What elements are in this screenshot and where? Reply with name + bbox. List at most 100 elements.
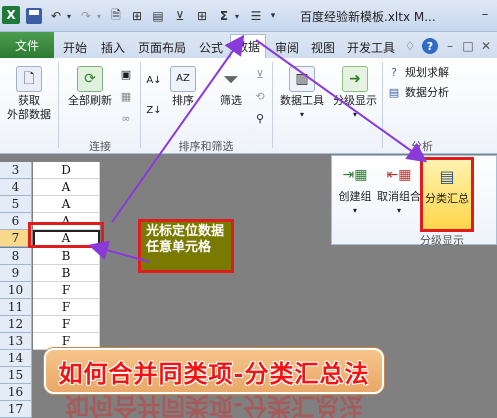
save-icon[interactable] <box>26 8 42 24</box>
dropdown-icon[interactable]: ▾ <box>64 7 74 25</box>
tab-page-layout[interactable]: 页面布局 <box>136 36 188 58</box>
print-preview-icon[interactable]: 🗎 <box>108 7 124 25</box>
highlight-cell-box <box>28 222 104 248</box>
sheet-cell[interactable]: B <box>33 265 100 282</box>
tab-data[interactable]: 数据 <box>230 34 266 58</box>
row-header[interactable]: 9 <box>0 265 32 282</box>
banner-reflection: 如何合并同类项-分类汇总法 <box>44 394 384 418</box>
align-icon[interactable]: ☰ <box>248 7 264 25</box>
advanced-filter-button[interactable]: ⚲ <box>252 110 271 126</box>
row-header[interactable]: 8 <box>0 248 32 265</box>
undo-icon[interactable]: ↶ <box>48 7 64 25</box>
row-header[interactable]: 16 <box>0 384 32 401</box>
subtotal-label: 分类汇总 <box>425 192 469 205</box>
banner-reflection-text: 如何合并同类项-分类汇总法 <box>65 394 363 418</box>
sheet-cell[interactable]: F <box>33 316 100 333</box>
restore-workbook-icon[interactable]: □ <box>460 38 476 54</box>
dropdown-icon[interactable]: ▾ <box>94 7 104 25</box>
dropdown-icon: ▾ <box>396 206 401 215</box>
group-separator <box>272 62 273 148</box>
row-header[interactable]: 4 <box>0 179 32 196</box>
row-header[interactable]: 10 <box>0 282 32 299</box>
connections-button[interactable]: ▣ <box>118 66 137 82</box>
sort-za-button[interactable]: Z↓ <box>146 102 165 118</box>
minimize-workbook-icon[interactable]: – <box>442 38 458 54</box>
redo-icon[interactable]: ↷ <box>78 7 94 25</box>
tab-formulas[interactable]: 公式 <box>196 36 226 58</box>
tab-review[interactable]: 审阅 <box>272 36 302 58</box>
excel-logo-icon[interactable]: X <box>2 6 20 24</box>
sheet-cell[interactable]: F <box>33 282 100 299</box>
edit-links-button[interactable]: ∞ <box>118 110 137 126</box>
ungroup-icon: ⇤▦ <box>386 167 412 183</box>
group-separator <box>140 62 141 148</box>
tab-insert[interactable]: 插入 <box>98 36 128 58</box>
refresh-all-button[interactable]: ⟳ 全部刷新 <box>62 66 118 108</box>
filter-button[interactable]: ⏷ 筛选 <box>214 66 248 108</box>
group-icon: ⇥▦ <box>342 167 368 183</box>
dropdown-icon[interactable]: ▾ <box>232 7 242 25</box>
row-header[interactable]: 13 <box>0 333 32 350</box>
filter-funnel-icon: ⏷ <box>223 67 239 91</box>
edit-links-icon: ∞ <box>121 111 131 125</box>
sheet-cell[interactable]: F <box>33 299 100 316</box>
advanced-filter-icon: ⚲ <box>255 111 265 125</box>
help-icon[interactable]: ? <box>422 38 438 54</box>
sort-label: 排序 <box>172 94 194 107</box>
insert-icon[interactable]: ▤ <box>150 7 166 25</box>
close-workbook-icon[interactable]: ✕ <box>478 38 494 54</box>
ungroup-button[interactable]: ⇤▦ 取消组合 ▾ <box>376 162 422 218</box>
row-header[interactable]: 17 <box>0 401 32 418</box>
ribbon-tabs: 文件 开始 插入 页面布局 公式 数据 审阅 视图 开发工具 ♢ ? – □ ✕ <box>0 32 497 58</box>
clear-filter-icon: ⊻ <box>255 67 265 81</box>
autosum-icon[interactable]: Σ <box>216 7 232 25</box>
row-header[interactable]: 12 <box>0 316 32 333</box>
sort-az-button[interactable]: A↓ <box>146 72 165 88</box>
row-header[interactable]: 15 <box>0 367 32 384</box>
sheet-cell[interactable]: D <box>33 162 100 179</box>
reapply-button[interactable]: ⟲ <box>252 88 271 104</box>
borders-icon[interactable]: ⊞ <box>194 7 210 25</box>
dropdown-icon[interactable]: ▾ <box>268 7 278 25</box>
minimize-button[interactable]: – <box>474 4 496 24</box>
subtotal-button[interactable]: ▤ 分类汇总 <box>420 157 474 232</box>
sheet-cell[interactable]: B <box>33 248 100 265</box>
sort-button[interactable]: AZ 排序 <box>168 66 198 108</box>
external-data-icon: 🗋 <box>16 66 42 92</box>
clear-filter-button[interactable]: ⊻ <box>252 66 271 82</box>
row-header[interactable]: 5 <box>0 196 32 213</box>
solver-button[interactable]: ? 规划求解 <box>386 64 449 80</box>
properties-button[interactable]: ▦ <box>118 88 137 104</box>
refresh-icon: ⟳ <box>77 66 103 92</box>
tab-developer[interactable]: 开发工具 <box>344 36 398 58</box>
solver-icon: ? <box>391 65 397 79</box>
sort-za-icon: Z↓ <box>146 104 162 116</box>
row-header[interactable]: 14 <box>0 350 32 367</box>
get-external-data-button[interactable]: 🗋 获取 外部数据 <box>4 66 54 122</box>
tab-home[interactable]: 开始 <box>60 36 90 58</box>
group-analysis-label: 分析 <box>411 140 433 153</box>
filter-label: 筛选 <box>220 94 242 107</box>
ribbon-toggle-icon[interactable]: ♢ <box>402 38 418 54</box>
banner-text: 如何合并同类项-分类汇总法 <box>58 358 370 388</box>
sheet-cell[interactable]: A <box>33 196 100 213</box>
row-header[interactable]: 11 <box>0 299 32 316</box>
data-analysis-button[interactable]: ▤ 数据分析 <box>386 84 449 100</box>
data-tools-button[interactable]: ▥ 数据工具 ▾ <box>276 66 328 122</box>
outline-button[interactable]: ➜ 分级显示 ▾ <box>330 66 380 122</box>
filter-icon[interactable]: ⊻ <box>172 7 188 25</box>
group-button[interactable]: ⇥▦ 创建组 ▾ <box>336 162 374 218</box>
properties-icon: ▦ <box>120 89 132 103</box>
format-painter-icon[interactable]: ⊞ <box>128 7 146 25</box>
title-bar: X ↶ ▾ ↷ ▾ 🗎 ⊞ ▤ ⊻ ⊞ Σ ▾ ☰ ▾ 百度经验新模板.xltx… <box>0 0 497 32</box>
data-analysis-label: 数据分析 <box>405 86 449 99</box>
data-tools-label: 数据工具 <box>280 94 324 107</box>
tab-view[interactable]: 视图 <box>308 36 338 58</box>
sheet-cell[interactable]: A <box>33 179 100 196</box>
get-external-label-2: 外部数据 <box>7 108 51 121</box>
connections-icon: ▣ <box>120 67 132 81</box>
tab-file[interactable]: 文件 <box>0 32 54 58</box>
row-header[interactable]: 3 <box>0 162 32 179</box>
subtotal-inner: ▤ 分类汇总 <box>423 164 471 206</box>
group-separator <box>58 62 59 148</box>
